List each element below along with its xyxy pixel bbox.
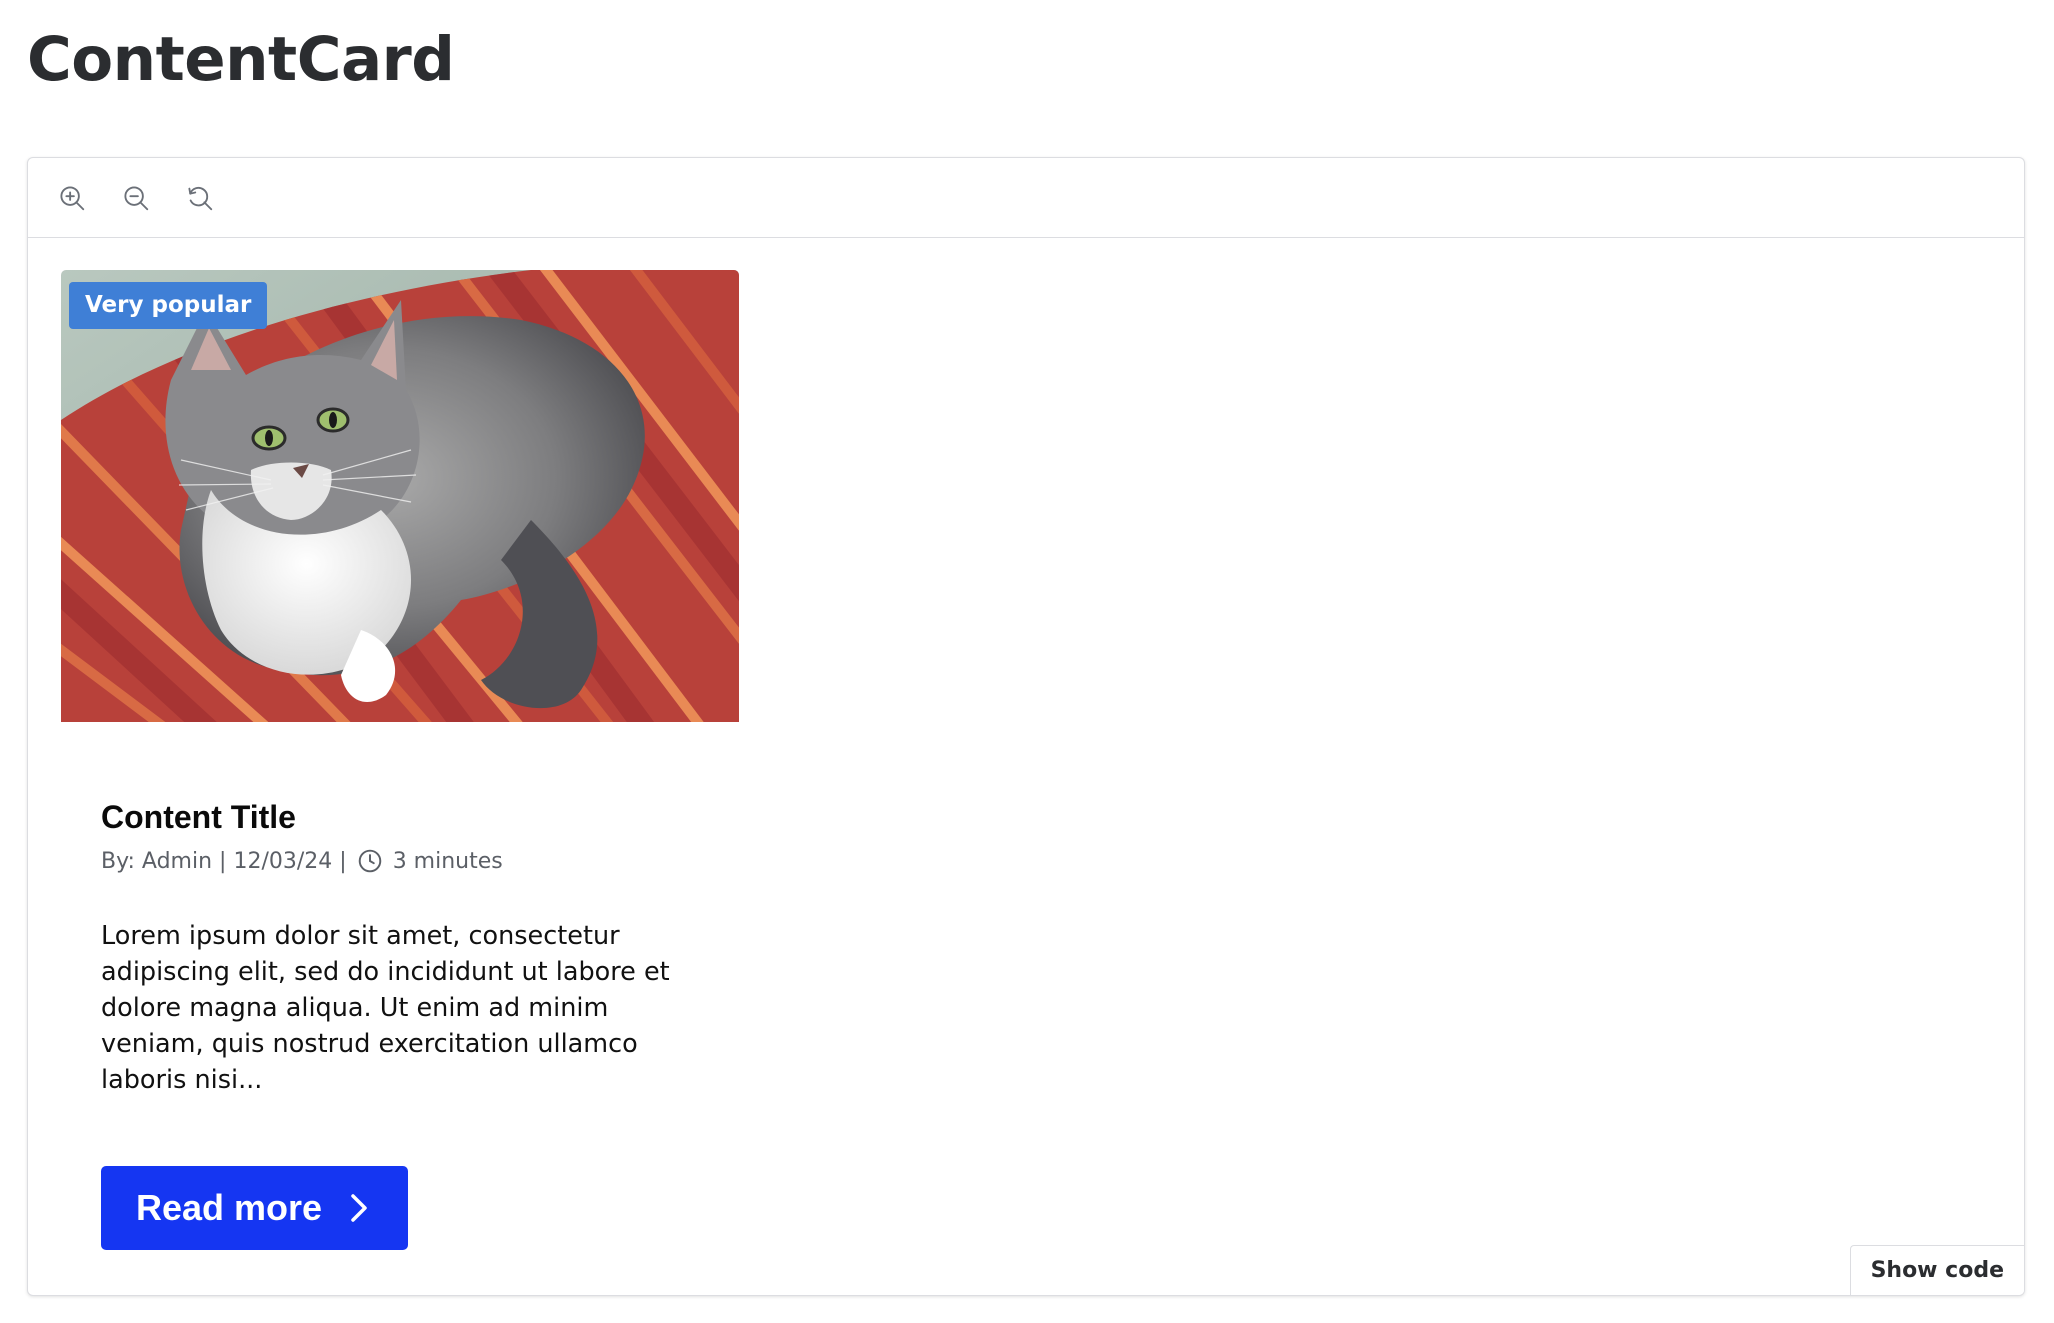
zoom-out-icon xyxy=(124,185,149,210)
card-body: Content Title By: Admin | 12/03/24 | 3 m… xyxy=(61,798,739,1250)
chevron-right-icon xyxy=(351,1194,367,1222)
card-media: Very popular xyxy=(61,270,739,722)
zoom-out-button[interactable] xyxy=(118,180,154,216)
show-code-button[interactable]: Show code xyxy=(1849,1245,2024,1295)
read-more-button[interactable]: Read more xyxy=(101,1165,409,1250)
card-excerpt: Lorem ipsum dolor sit amet, consectetur … xyxy=(101,921,670,1096)
meta-read-time: 3 minutes xyxy=(392,848,503,874)
page-title: ContentCard xyxy=(27,24,455,95)
reset-zoom-icon xyxy=(188,186,213,210)
meta-author: By: Admin xyxy=(101,848,213,874)
reset-zoom-button[interactable] xyxy=(182,180,218,216)
card-title: Content Title xyxy=(101,799,296,835)
content-card: Very popular Content Title By: Admin | 1… xyxy=(61,270,739,1250)
clock-icon xyxy=(358,850,381,873)
card-meta: By: Admin | 12/03/24 | 3 minutes xyxy=(101,848,699,874)
zoom-in-button[interactable] xyxy=(54,180,90,216)
zoom-in-icon xyxy=(60,185,85,210)
status-badge: Very popular xyxy=(69,282,268,329)
demo-frame: Very popular Content Title By: Admin | 1… xyxy=(27,157,2025,1296)
read-more-label: Read more xyxy=(136,1186,323,1228)
meta-date: 12/03/24 xyxy=(233,848,333,874)
meta-separator: | xyxy=(219,848,227,874)
cat-photo xyxy=(61,270,739,722)
zoom-toolbar xyxy=(28,158,2024,238)
meta-separator: | xyxy=(339,848,347,874)
